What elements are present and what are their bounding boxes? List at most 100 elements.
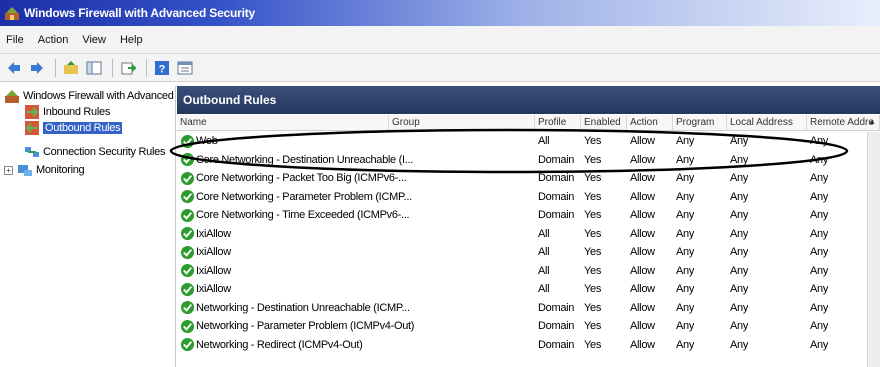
forward-arrow-icon (31, 61, 43, 74)
rule-profile-cell: All (538, 283, 550, 295)
rule-row[interactable]: IxiAllow All Yes Allow Any Any Any (177, 243, 867, 261)
rule-row[interactable]: Networking - Parameter Problem (ICMPv4-O… (177, 317, 867, 335)
rule-enabled-cell: Yes (584, 264, 602, 277)
rule-action-cell: Allow (630, 246, 655, 258)
tree-item-inbound-rules[interactable]: Inbound Rules (24, 104, 110, 120)
rule-name-cell: Core Networking - Parameter Problem (ICM… (180, 188, 535, 206)
rule-local-cell: Any (730, 153, 749, 166)
rule-name: IxiAllow (196, 264, 231, 277)
connection-security-icon (25, 147, 39, 157)
rule-remote-cell: Any (810, 264, 829, 277)
help-button[interactable]: ? (152, 58, 172, 78)
show-hide-tree-button[interactable] (84, 58, 104, 78)
back-button[interactable] (4, 58, 24, 78)
rule-local-cell: Any (730, 227, 749, 240)
rule-local-cell: Any (730, 264, 749, 277)
enabled-check-icon (180, 189, 195, 204)
menu-file[interactable]: File (6, 34, 24, 46)
column-header-action[interactable]: Action (627, 115, 673, 131)
scroll-up-arrow-icon[interactable]: ▲ (868, 117, 876, 126)
rule-profile-cell: Domain (538, 301, 575, 314)
up-level-button[interactable] (61, 58, 81, 78)
toolbar-separator (112, 58, 113, 77)
rule-row[interactable]: Networking - Redirect (ICMPv4-Out) Domain… (177, 336, 867, 354)
rule-name: Web (196, 135, 218, 147)
enabled-check-icon (180, 208, 195, 222)
rule-local-cell: Any (730, 209, 749, 221)
rule-name: IxiAllow (196, 227, 231, 240)
rule-row[interactable]: Core Networking - Packet Too Big (ICMPv6… (177, 169, 867, 187)
rule-name-cell: Core Networking - Packet Too Big (ICMPv6… (180, 169, 535, 187)
rule-remote-cell: Any (810, 153, 829, 166)
rule-row[interactable]: IxiAllow All Yes Allow Any Any Any (177, 225, 867, 243)
tree-item-connection-security-rules[interactable]: Connection Security Rules (24, 144, 165, 160)
tree-item-monitoring[interactable]: + Monitoring (4, 162, 85, 178)
rule-program-cell: Any (676, 283, 695, 295)
rule-remote-cell: Any (810, 301, 829, 314)
rule-enabled-cell: Yes (584, 227, 602, 240)
rule-row[interactable]: Core Networking - Parameter Problem (ICM… (177, 188, 867, 206)
export-list-button[interactable] (118, 58, 138, 78)
rule-row[interactable]: Web All Yes Allow Any Any Any (177, 132, 867, 150)
monitoring-icon (18, 165, 32, 176)
rule-row[interactable]: Core Networking - Destination Unreachabl… (177, 151, 867, 169)
forward-button[interactable] (27, 58, 47, 78)
column-header-program[interactable]: Program (673, 115, 727, 131)
rule-row[interactable]: Networking - Destination Unreachable (IC… (177, 299, 867, 317)
rule-remote-cell: Any (810, 135, 829, 147)
rule-profile-cell: Domain (538, 153, 575, 166)
vertical-scrollbar[interactable] (867, 132, 880, 367)
column-header-enabled[interactable]: Enabled (581, 115, 627, 131)
rule-remote-cell: Any (810, 227, 829, 240)
menu-action[interactable]: Action (38, 34, 69, 46)
rule-name: IxiAllow (196, 283, 231, 295)
rule-name: Networking - Parameter Problem (ICMPv4-O… (196, 320, 415, 332)
rule-local-cell: Any (730, 301, 749, 314)
rule-program-cell: Any (676, 227, 695, 240)
panel-header: Outbound Rules (177, 86, 880, 114)
rule-program-cell: Any (676, 135, 695, 147)
navigation-tree: Windows Firewall with Advanced S Inbound… (0, 86, 176, 367)
rule-name-cell: IxiAllow (180, 280, 535, 298)
rule-remote-cell: Any (810, 190, 829, 203)
column-header-group[interactable]: Group (389, 115, 535, 131)
rule-name: Core Networking - Time Exceeded (ICMPv6-… (196, 209, 410, 221)
column-header-name[interactable]: Name (177, 115, 389, 131)
rule-name: IxiAllow (196, 246, 231, 258)
rule-remote-cell: Any (810, 209, 829, 221)
menu-view[interactable]: View (82, 34, 106, 46)
rule-remote-cell: Any (810, 172, 829, 184)
rule-row[interactable]: IxiAllow All Yes Allow Any Any Any (177, 280, 867, 298)
inbound-rules-icon (25, 105, 39, 119)
rule-local-cell: Any (730, 172, 749, 184)
rule-name-cell: Networking - Parameter Problem (ICMPv4-O… (180, 317, 535, 335)
menu-help[interactable]: Help (120, 34, 143, 46)
rule-profile-cell: Domain (538, 190, 575, 203)
rule-remote-cell: Any (810, 320, 829, 332)
column-header-local-address[interactable]: Local Address (727, 115, 807, 131)
rule-row[interactable]: IxiAllow All Yes Allow Any Any Any (177, 262, 867, 280)
rule-action-cell: Allow (630, 320, 655, 332)
rule-local-cell: Any (730, 283, 749, 295)
column-header-profile[interactable]: Profile (535, 115, 581, 131)
expand-toggle[interactable]: + (4, 165, 13, 175)
properties-button[interactable] (175, 58, 195, 78)
rule-row[interactable]: Core Networking - Time Exceeded (ICMPv6-… (177, 206, 867, 224)
back-arrow-icon (8, 61, 20, 74)
rule-action-cell: Allow (630, 209, 655, 221)
rule-program-cell: Any (676, 190, 695, 203)
enabled-check-icon (180, 337, 195, 352)
rule-action-cell: Allow (630, 283, 655, 295)
rule-enabled-cell: Yes (584, 338, 602, 351)
rule-enabled-cell: Yes (584, 283, 602, 295)
enabled-check-icon (180, 300, 195, 315)
firewall-app-icon (5, 7, 19, 20)
export-list-icon (121, 62, 136, 74)
rule-name-cell: IxiAllow (180, 243, 535, 261)
rule-name: Core Networking - Destination Unreachabl… (196, 153, 414, 166)
tree-root[interactable]: Windows Firewall with Advanced S (4, 88, 175, 104)
tree-item-label: Connection Security Rules (43, 146, 166, 158)
tree-item-outbound-rules[interactable]: Outbound Rules (24, 120, 123, 136)
rule-local-cell: Any (730, 190, 749, 203)
rule-program-cell: Any (676, 172, 695, 184)
